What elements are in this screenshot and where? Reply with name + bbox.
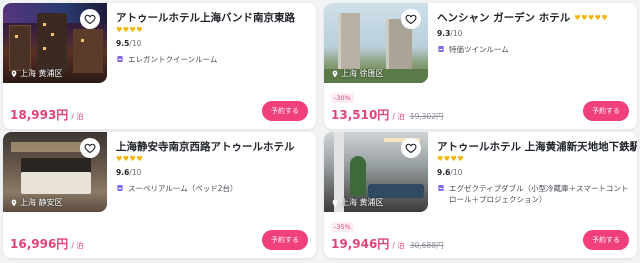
price-block: 16,996円 / 泊 xyxy=(10,235,84,252)
per-night: / 泊 xyxy=(71,112,84,121)
room-type: エグゼクティブダブル（小型冷蔵庫＋スマートコントロール＋プロジェクション） xyxy=(437,183,631,205)
room-type: 特価ツインルーム xyxy=(437,44,631,55)
favorite-button[interactable] xyxy=(401,9,421,29)
hotel-card[interactable]: 上海 静安区 上海静安寺南京西路アトゥールホテル ♥♥♥♥ 9.6/10 スーペ… xyxy=(3,132,316,258)
heart-outline-icon xyxy=(405,143,417,154)
favorite-button[interactable] xyxy=(80,138,100,158)
room-type: スーペリアルーム（ベッド2台） xyxy=(116,183,310,194)
hotel-card[interactable]: 上海 徐匯区 ヘンシャン ガーデン ホテル ♥♥♥♥♥ 9.3/10 特価ツイン… xyxy=(324,3,637,129)
hotel-name[interactable]: ヘンシャン ガーデン ホテル xyxy=(437,11,570,25)
heart-outline-icon xyxy=(84,14,96,25)
hotel-photo[interactable]: 上海 静安区 xyxy=(3,132,107,212)
price-block: 18,993円 / 泊 xyxy=(10,106,84,123)
book-button[interactable]: 予約する xyxy=(262,101,308,121)
per-night: / 泊 xyxy=(392,241,405,250)
discount-badge: -35% xyxy=(331,222,354,232)
hotel-photo[interactable]: 上海 黄浦区 xyxy=(3,3,107,83)
per-night: / 泊 xyxy=(71,241,84,250)
location-text: 上海 静安区 xyxy=(20,198,63,207)
location-pin-icon xyxy=(332,199,338,206)
review-score: 9.6/10 xyxy=(437,168,463,177)
book-button[interactable]: 予約する xyxy=(583,230,629,250)
book-button[interactable]: 予約する xyxy=(583,101,629,121)
heart-outline-icon xyxy=(405,14,417,25)
hotel-location: 上海 黄浦区 xyxy=(331,197,384,208)
bed-icon xyxy=(438,185,444,191)
favorite-button[interactable] xyxy=(80,9,100,29)
hotel-location: 上海 静安区 xyxy=(10,197,63,208)
star-rating: ♥♥♥♥ xyxy=(437,155,465,163)
bed-icon xyxy=(438,46,444,52)
hotel-location: 上海 黄浦区 xyxy=(10,68,63,79)
price: 18,993円 xyxy=(10,108,69,122)
review-score: 9.5/10 xyxy=(116,39,142,48)
star-rating: ♥♥♥♥ xyxy=(116,26,144,34)
location-pin-icon xyxy=(332,70,338,77)
price-block: -30% 13,510円 / 泊 19,302円 xyxy=(331,85,443,123)
original-price: 19,302円 xyxy=(409,112,444,121)
location-text: 上海 黄浦区 xyxy=(341,198,384,207)
price: 13,510円 xyxy=(331,108,390,122)
hotel-location: 上海 徐匯区 xyxy=(331,68,384,79)
hotel-name[interactable]: 上海静安寺南京西路アトゥールホテル xyxy=(116,140,310,154)
per-night: / 泊 xyxy=(392,112,405,121)
review-score: 9.6/10 xyxy=(116,168,142,177)
star-rating: ♥♥♥♥ xyxy=(116,155,144,163)
location-text: 上海 黄浦区 xyxy=(20,69,63,78)
hotel-photo[interactable]: 上海 黄浦区 xyxy=(324,132,428,212)
original-price: 30,688円 xyxy=(409,241,444,250)
hotel-photo[interactable]: 上海 徐匯区 xyxy=(324,3,428,83)
bed-icon xyxy=(117,56,123,62)
price: 19,946円 xyxy=(331,237,390,251)
hotel-card[interactable]: 上海 黄浦区 アトゥールホテル上海バンド南京東路 ♥♥♥♥ 9.5/10 エレガ… xyxy=(3,3,316,129)
bed-icon xyxy=(117,185,123,191)
location-text: 上海 徐匯区 xyxy=(341,69,384,78)
price-block: -35% 19,946円 / 泊 30,688円 xyxy=(331,214,443,252)
hotel-name[interactable]: アトゥールホテル上海バンド南京東路 xyxy=(116,11,310,25)
review-score: 9.3/10 xyxy=(437,29,463,38)
room-type: エレガントクイーンルーム xyxy=(116,54,310,65)
book-button[interactable]: 予約する xyxy=(262,230,308,250)
price: 16,996円 xyxy=(10,237,69,251)
hotel-name[interactable]: アトゥールホテル 上海黄浦新天地地下鉄駅 xyxy=(437,140,637,154)
discount-badge: -30% xyxy=(331,93,354,103)
location-pin-icon xyxy=(11,70,17,77)
favorite-button[interactable] xyxy=(401,138,421,158)
location-pin-icon xyxy=(11,199,17,206)
hotel-card[interactable]: 上海 黄浦区 アトゥールホテル 上海黄浦新天地地下鉄駅 ♥♥♥♥ 9.6/10 … xyxy=(324,132,637,258)
star-rating: ♥♥♥♥♥ xyxy=(574,14,609,22)
heart-outline-icon xyxy=(84,143,96,154)
